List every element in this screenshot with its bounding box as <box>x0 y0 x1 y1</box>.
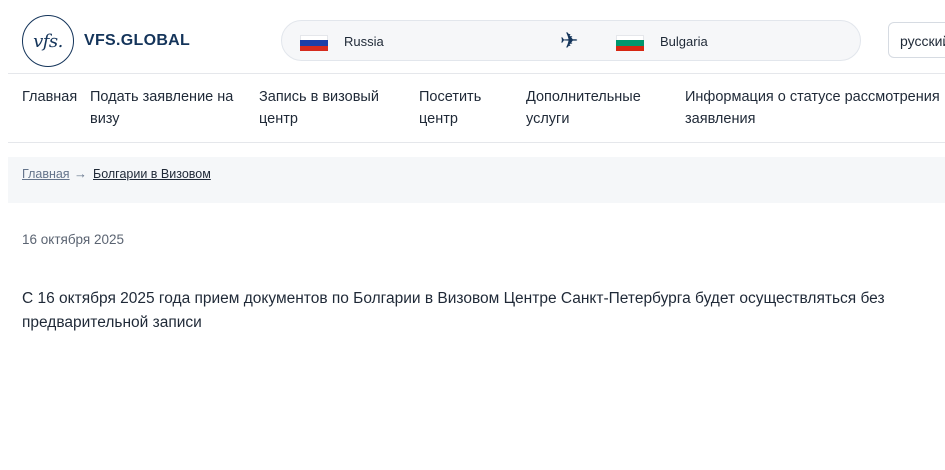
breadcrumb-home-link[interactable]: Главная <box>22 167 70 181</box>
article-body: С 16 октября 2025 года прием документов … <box>22 290 885 331</box>
nav-status-line1: Информация о статусе рассмотрения в <box>685 89 940 105</box>
header-divider <box>8 73 945 74</box>
breadcrumb-arrow-icon: → <box>74 166 87 181</box>
nav-item-additional-services[interactable]: Дополнительные услуги <box>526 86 651 130</box>
nav-item-appointment[interactable]: Запись в визовый центр <box>259 86 389 130</box>
route-to: Bulgaria <box>660 34 708 49</box>
breadcrumb-current[interactable]: Болгарии в Визовом <box>93 167 211 181</box>
russia-flag-icon <box>300 35 328 51</box>
nav-item-application-status[interactable]: Информация о статусе рассмотрения в заяв… <box>685 86 940 130</box>
bulgaria-flag-icon <box>616 35 644 51</box>
vfs-logo[interactable]: vfs. <box>22 15 74 67</box>
route-from: Russia <box>344 34 384 49</box>
language-label: русский <box>900 33 945 49</box>
site-header: vfs. VFS.GLOBAL Russia ✈ Bulgaria русски… <box>0 0 945 74</box>
airplane-icon: ✈ <box>560 28 579 53</box>
nav-item-apply-visa[interactable]: Подать заявление на визу <box>90 86 240 130</box>
logo-text[interactable]: VFS.GLOBAL <box>84 32 190 50</box>
article-date: 16 октября 2025 <box>22 232 125 247</box>
language-select[interactable]: русский <box>888 22 945 58</box>
nav-divider <box>8 142 945 143</box>
nav-status-line2: заявления <box>685 111 756 127</box>
nav-item-home[interactable]: Главная <box>22 86 82 108</box>
logo-mark: vfs. <box>33 30 63 52</box>
nav-item-visit-center[interactable]: Посетить центр <box>419 86 494 130</box>
route-selector[interactable]: Russia ✈ Bulgaria <box>281 20 861 61</box>
